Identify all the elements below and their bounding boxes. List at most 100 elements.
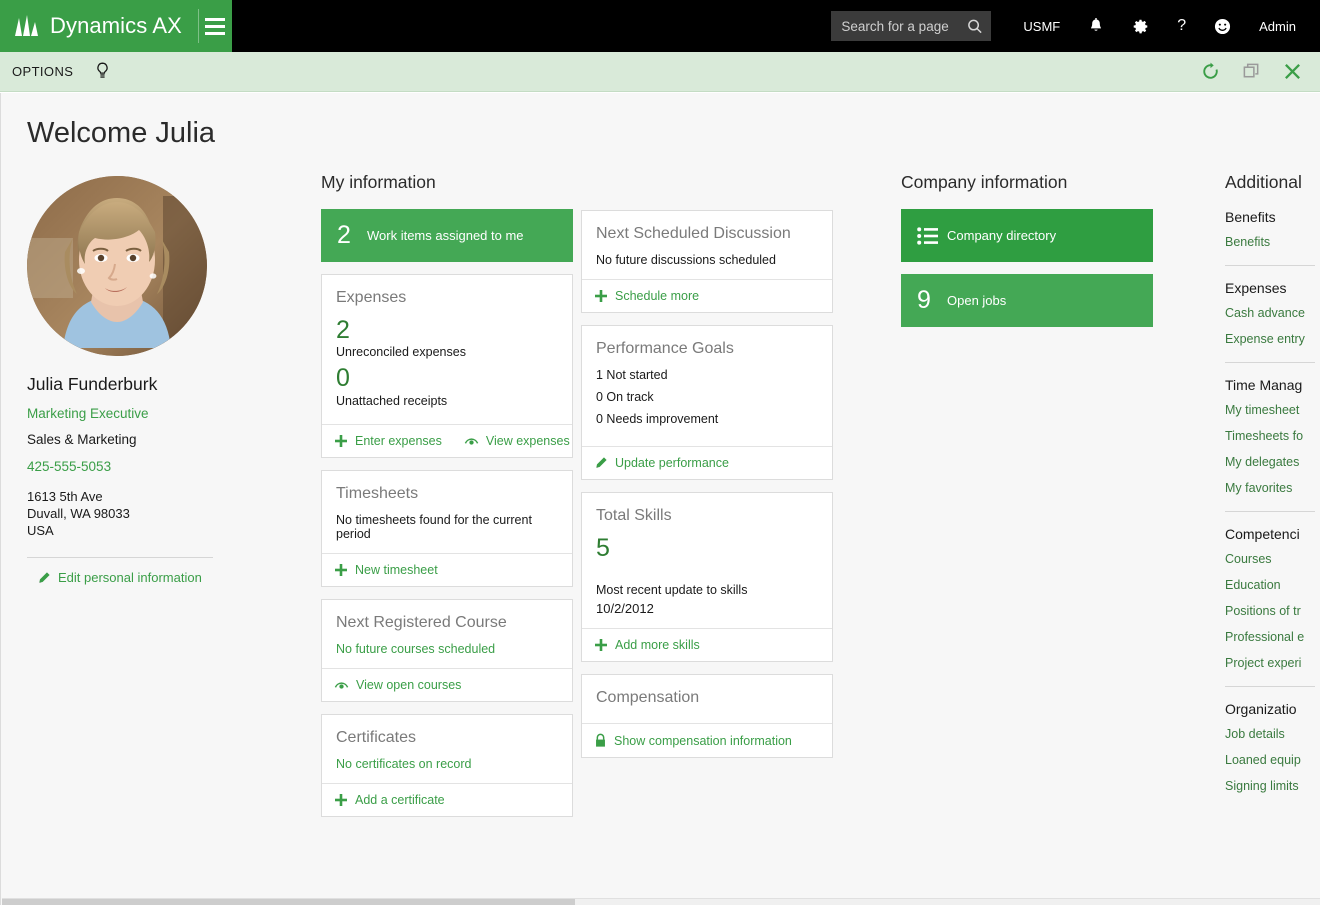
skills-recent-label: Most recent update to skills: [596, 583, 748, 598]
link-item[interactable]: Timesheets fo: [1225, 429, 1315, 443]
hamburger-icon[interactable]: [199, 0, 232, 52]
options-tab[interactable]: OPTIONS: [12, 64, 73, 79]
bulleted-list-icon: [901, 226, 947, 245]
address-line-2: Duvall, WA 98033: [27, 506, 130, 521]
open-jobs-tile[interactable]: 9 Open jobs: [901, 274, 1153, 327]
link-item[interactable]: My timesheet: [1225, 403, 1315, 417]
open-jobs-label: Open jobs: [947, 293, 1007, 308]
link-item[interactable]: Courses: [1225, 552, 1315, 566]
smiley-face-icon[interactable]: [1200, 0, 1245, 52]
link-item[interactable]: My favorites: [1225, 481, 1315, 495]
show-compensation-link[interactable]: Show compensation information: [594, 733, 792, 748]
link-group-time-management: Time Manag My timesheet Timesheets fo My…: [1225, 377, 1315, 495]
work-items-tile[interactable]: 2 Work items assigned to me: [321, 209, 573, 262]
restore-window-icon[interactable]: [1242, 62, 1261, 81]
expenses-tile-title: Expenses: [336, 289, 407, 306]
gear-icon[interactable]: [1118, 0, 1163, 52]
link-item[interactable]: My delegates: [1225, 455, 1315, 469]
company-directory-tile[interactable]: Company directory: [901, 209, 1153, 262]
pencil-icon: [596, 457, 607, 469]
employee-address: 1613 5th Ave Duvall, WA 98033 USA: [27, 488, 321, 539]
timesheets-tile: Timesheets No timesheets found for the c…: [321, 469, 573, 587]
certificates-tile-title: Certificates: [336, 728, 417, 746]
schedule-more-link[interactable]: Schedule more: [594, 289, 699, 303]
update-performance-link[interactable]: Update performance: [594, 456, 729, 470]
next-discussion-tile-title: Next Scheduled Discussion: [596, 225, 791, 242]
link-item[interactable]: Job details: [1225, 727, 1315, 741]
links-divider: [1225, 362, 1315, 363]
link-item[interactable]: Expense entry: [1225, 332, 1315, 346]
search-icon[interactable]: [967, 18, 983, 35]
enter-expenses-link[interactable]: Enter expenses: [334, 434, 442, 448]
lightbulb-icon[interactable]: [95, 62, 110, 81]
link-item[interactable]: Cash advance: [1225, 306, 1315, 320]
brand-block: Dynamics AX: [0, 0, 232, 52]
employee-name: Julia Funderburk: [27, 374, 158, 394]
timesheets-tile-title: Timesheets: [336, 484, 419, 502]
enter-expenses-label: Enter expenses: [355, 433, 442, 448]
links-divider: [1225, 265, 1315, 266]
search-box[interactable]: [831, 11, 992, 41]
unreconciled-expenses-label: Unreconciled expenses: [336, 345, 466, 360]
add-more-skills-link[interactable]: Add more skills: [594, 638, 700, 652]
view-open-courses-label: View open courses: [356, 677, 462, 692]
update-performance-label: Update performance: [615, 456, 729, 470]
total-skills-count: 5: [596, 534, 610, 562]
view-icon: [334, 682, 349, 689]
refresh-icon[interactable]: [1201, 62, 1220, 81]
new-timesheet-link[interactable]: New timesheet: [334, 563, 438, 577]
edit-personal-information-link[interactable]: Edit personal information: [27, 570, 321, 585]
company-information-heading: Company information: [901, 172, 1068, 192]
user-menu[interactable]: Admin: [1245, 0, 1310, 52]
view-expenses-link[interactable]: View expenses: [464, 434, 570, 448]
add-certificate-link[interactable]: Add a certificate: [334, 793, 445, 807]
workspace: Welcome Julia Julia Funderburk Marketing…: [0, 93, 1320, 905]
next-scheduled-discussion-tile: Next Scheduled Discussion No future disc…: [581, 210, 833, 313]
employee-department: Sales & Marketing: [27, 432, 137, 447]
company-selector[interactable]: USMF: [1009, 0, 1074, 52]
link-item[interactable]: Loaned equip: [1225, 753, 1315, 767]
next-course-tile-title: Next Registered Course: [336, 613, 507, 631]
scrollbar-thumb[interactable]: [2, 899, 575, 905]
top-navigation-bar: Dynamics AX USMF ?: [0, 0, 1320, 52]
workspace-columns: Julia Funderburk Marketing Executive Sal…: [1, 172, 1320, 829]
schedule-more-label: Schedule more: [615, 289, 700, 303]
address-line-1: 1613 5th Ave: [27, 489, 103, 504]
timesheets-empty-message: No timesheets found for the current peri…: [336, 512, 532, 541]
company-information-panel: Company information Company directory 9: [901, 172, 1169, 339]
employee-phone[interactable]: 425-555-5053: [27, 459, 321, 474]
compensation-tile-title: Compensation: [596, 689, 700, 707]
next-discussion-empty-message: No future discussions scheduled: [596, 253, 776, 267]
company-directory-label: Company directory: [947, 228, 1057, 243]
employee-job-title: Marketing Executive: [27, 406, 149, 421]
link-item[interactable]: Benefits: [1225, 235, 1315, 249]
question-mark-icon[interactable]: ?: [1163, 0, 1200, 52]
bell-icon[interactable]: [1074, 0, 1118, 52]
window-actions: [1201, 62, 1320, 81]
link-item[interactable]: Education: [1225, 578, 1315, 592]
unattached-receipts-label: Unattached receipts: [336, 393, 448, 408]
link-group-title: Competenci: [1225, 526, 1300, 542]
top-navigation-right: USMF ? Admin: [831, 0, 1320, 52]
link-item[interactable]: Project experi: [1225, 656, 1315, 670]
close-icon[interactable]: [1283, 62, 1302, 81]
plus-icon: [335, 434, 347, 447]
link-item[interactable]: Professional e: [1225, 630, 1315, 644]
action-pane: OPTIONS: [0, 52, 1320, 92]
performance-goals-tile-title: Performance Goals: [596, 340, 734, 357]
brand-title: Dynamics AX: [50, 13, 182, 38]
unreconciled-expenses-count: 2: [336, 316, 350, 344]
total-skills-tile: Total Skills 5 Most recent update to ski…: [581, 492, 833, 663]
dynamics-ax-logo-icon: [14, 15, 40, 37]
link-item[interactable]: Positions of tr: [1225, 604, 1315, 618]
goals-on-track: 0 On track: [596, 390, 654, 404]
my-information-heading: My information: [321, 172, 436, 192]
profile-divider: [27, 557, 213, 558]
pencil-icon: [39, 571, 50, 583]
view-open-courses-link[interactable]: View open courses: [334, 678, 461, 692]
link-item[interactable]: Signing limits: [1225, 779, 1315, 793]
horizontal-scrollbar[interactable]: [2, 898, 1320, 905]
search-input[interactable]: [839, 17, 968, 35]
links-divider: [1225, 511, 1315, 512]
work-items-label: Work items assigned to me: [367, 228, 524, 243]
